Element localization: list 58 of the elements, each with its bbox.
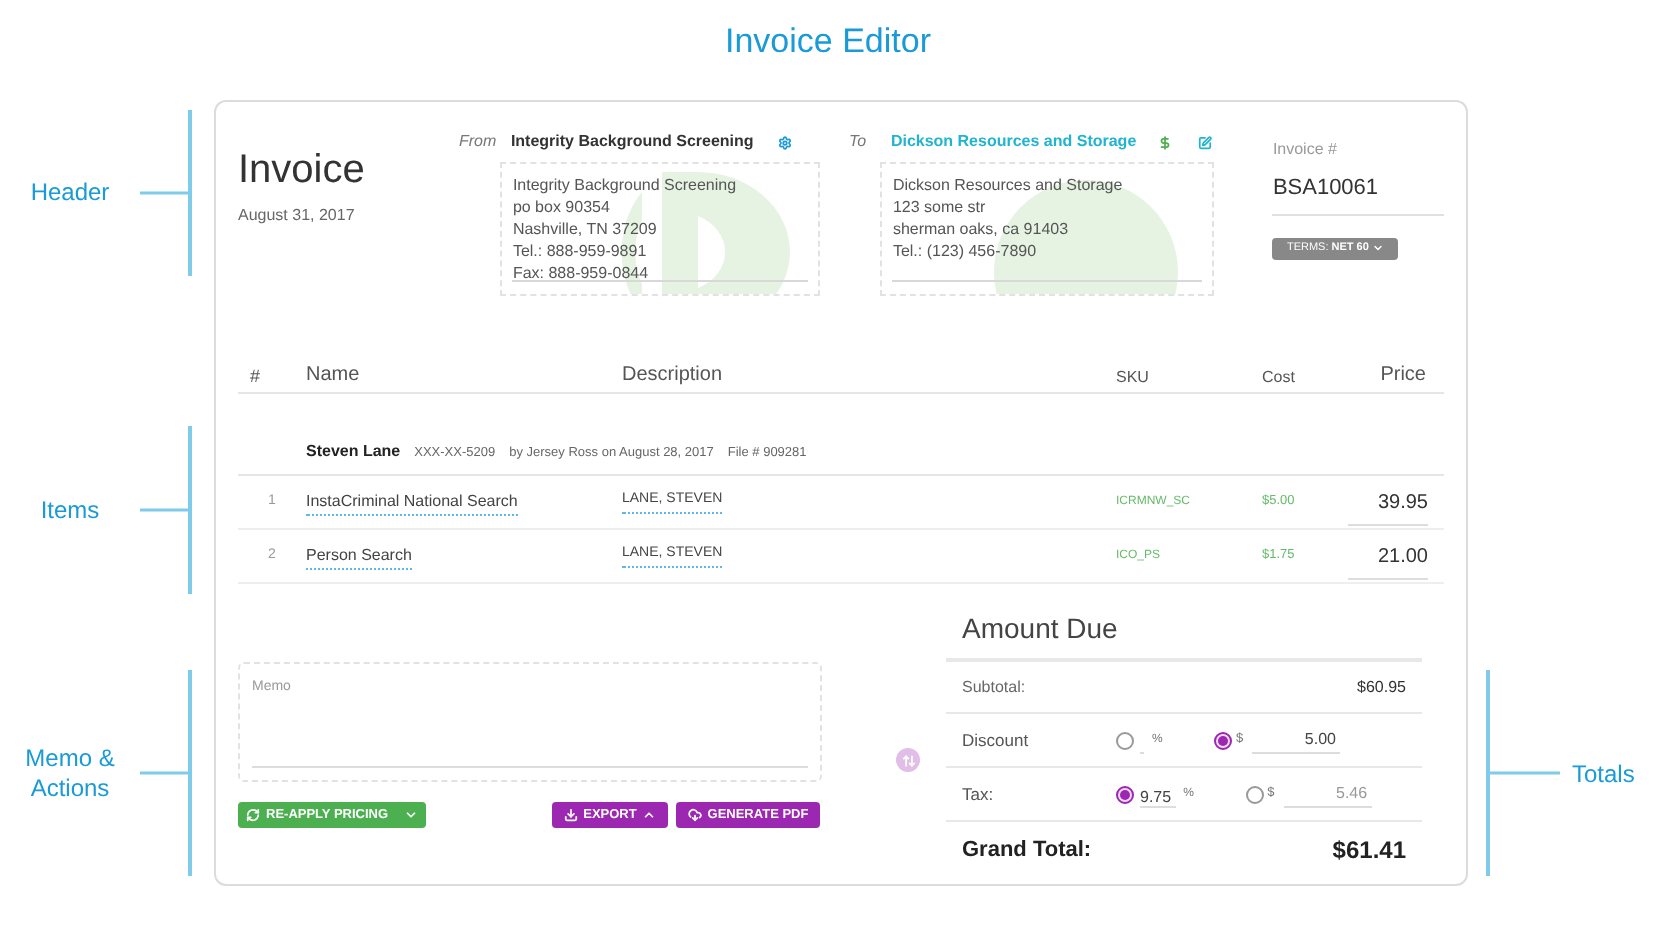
radio-button[interactable] xyxy=(1245,785,1264,803)
column-header: # xyxy=(248,363,263,389)
adjustment-label: Tax: xyxy=(962,781,996,807)
person-name: Steven Lane xyxy=(306,440,401,464)
address-field[interactable]: Dickson Resources and Storage 123 some str sherman oaks, ca 91403 Tel.: (123) 456-7890 xyxy=(880,162,1215,296)
address-line: Tel.: (123) 456-7890 xyxy=(892,240,1039,262)
address-line: 123 some str xyxy=(892,196,988,218)
amount-field[interactable]: 5.00 xyxy=(1252,727,1340,753)
item-name-field[interactable]: Person Search xyxy=(306,543,412,569)
dollar-icon[interactable] xyxy=(1158,135,1173,149)
invoice-number-field[interactable]: BSA10061 xyxy=(1272,162,1444,215)
column-header: Name xyxy=(306,362,362,390)
radio-button[interactable] xyxy=(1116,731,1134,749)
address-line: Nashville, TN 37209 xyxy=(512,218,659,240)
to-label: To xyxy=(848,130,869,154)
amount-due-heading: Amount Due xyxy=(962,609,1118,647)
item-name-field[interactable]: InstaCriminal National Search xyxy=(306,489,518,515)
address-line: Integrity Background Screening xyxy=(512,174,739,196)
caret-icon xyxy=(404,808,418,822)
annotation-label: Memo & Actions xyxy=(23,743,117,803)
subtotal-value: $60.95 xyxy=(1357,675,1406,699)
sender-name: Integrity Background Screening xyxy=(510,130,754,154)
address-field[interactable]: Integrity Background Screening po box 90354 Nashville, TN 37209 Tel.: 888-959-9891 Fax: 888-959-0844 xyxy=(500,162,821,296)
address-line: Tel.: 888-959-9891 xyxy=(512,240,649,262)
refresh-icon xyxy=(246,808,260,822)
swap-icon xyxy=(901,753,915,767)
annotation-label: Items xyxy=(38,495,102,525)
grand-total-label: Grand Total: xyxy=(962,835,1092,866)
price-field[interactable]: 39.95 xyxy=(1348,488,1428,526)
grand-total-value: $61.41 xyxy=(1332,834,1406,868)
invoice-date: August 31, 2017 xyxy=(238,204,357,228)
column-header: Description xyxy=(622,362,725,390)
from-label: From xyxy=(458,130,493,154)
subtotal-label: Subtotal: xyxy=(962,675,1026,699)
address-line: Dickson Resources and Storage xyxy=(892,174,1125,196)
address-line: po box 90354 xyxy=(512,196,612,218)
edit-icon[interactable] xyxy=(1198,135,1213,149)
invoice-title: Invoice xyxy=(238,146,367,194)
download-icon xyxy=(563,808,578,822)
address-line: sherman oaks, ca 91403 xyxy=(892,218,1071,240)
annotation-label: Header xyxy=(28,178,112,208)
address-line: Fax: 888-959-0844 xyxy=(512,262,651,284)
radio-button[interactable] xyxy=(1116,785,1134,803)
column-header: SKU xyxy=(1116,366,1151,390)
adjustment-label: Discount xyxy=(962,727,1031,753)
annotation-label: Totals xyxy=(1572,757,1635,791)
caret-icon xyxy=(1372,242,1385,254)
radio-button[interactable] xyxy=(1214,731,1232,749)
invoice-number-label: Invoice # xyxy=(1272,138,1339,162)
page-title: Invoice Editor xyxy=(725,19,931,64)
column-header: Cost xyxy=(1262,366,1297,390)
amount-field[interactable]: 9.75 xyxy=(1140,788,1176,808)
settings-icon[interactable] xyxy=(777,135,792,149)
column-header: Price xyxy=(1378,362,1428,390)
price-field[interactable]: 21.00 xyxy=(1348,542,1428,580)
swap-button[interactable] xyxy=(896,748,920,772)
cloud-download-icon xyxy=(687,808,702,822)
caret-icon xyxy=(642,808,657,822)
